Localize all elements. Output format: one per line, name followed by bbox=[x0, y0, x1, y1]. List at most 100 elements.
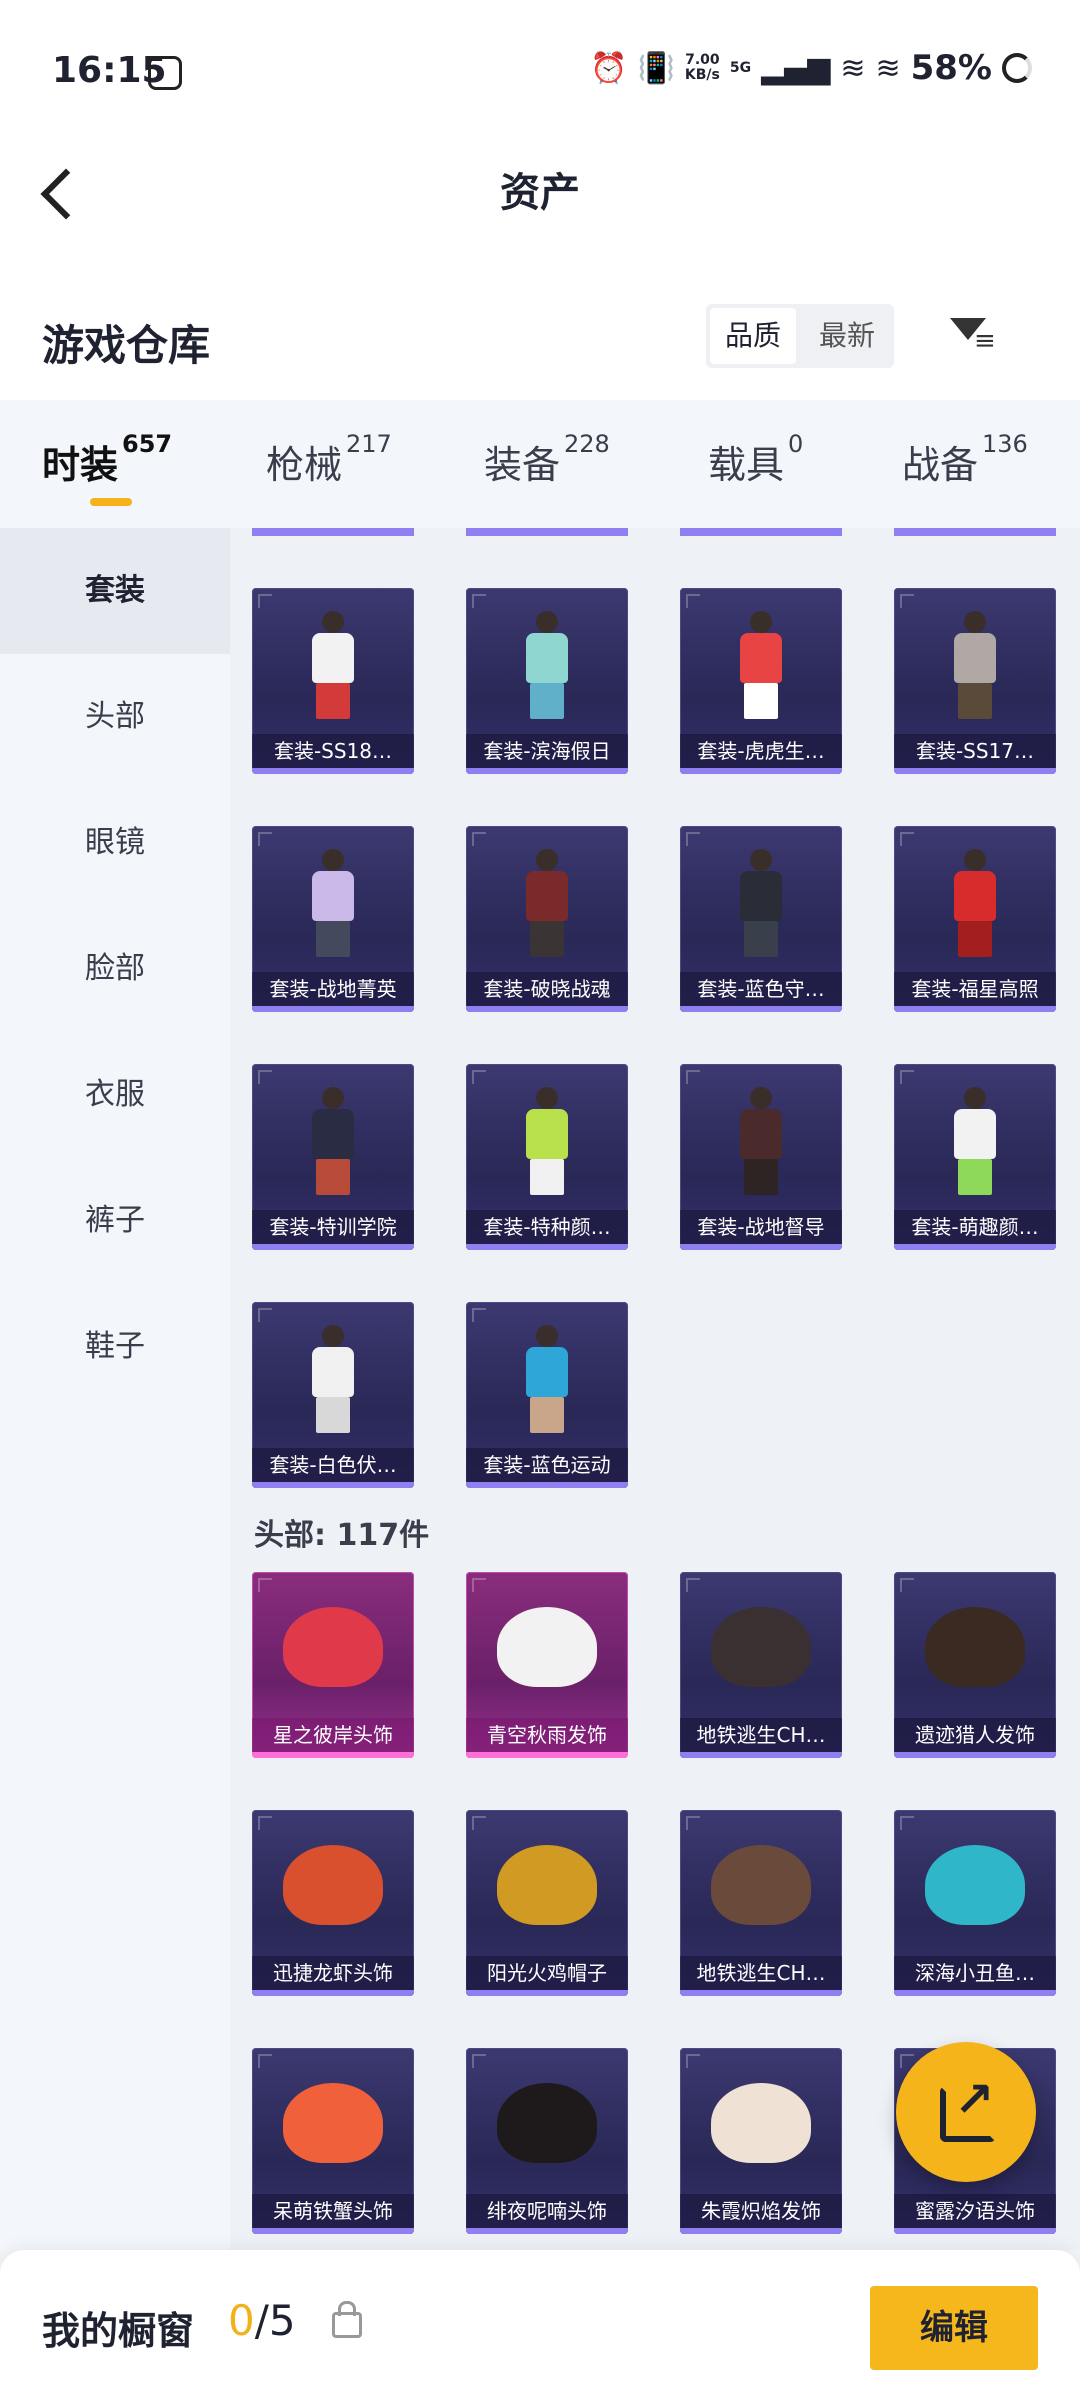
item-card[interactable]: 套装-福星高照 bbox=[894, 826, 1056, 1012]
item-thumbnail bbox=[466, 826, 628, 976]
vibrate-icon: 📳 bbox=[637, 50, 675, 86]
item-card[interactable]: 绯夜呢喃头饰 bbox=[466, 2048, 628, 2234]
item-card[interactable]: 套装-特种颜… bbox=[466, 1064, 628, 1250]
rarity-bar bbox=[466, 1990, 628, 1996]
item-thumbnail bbox=[680, 588, 842, 738]
item-thumbnail bbox=[680, 826, 842, 976]
wifi-icon: ≋ bbox=[875, 50, 901, 86]
item-label: 套装-特训学院 bbox=[252, 1210, 414, 1244]
item-card[interactable]: 星之彼岸头饰 bbox=[252, 1572, 414, 1758]
item-card[interactable]: 套装-破晓战魂 bbox=[466, 826, 628, 1012]
sidebar-item-pants[interactable]: 裤子 bbox=[0, 1158, 230, 1284]
outfit-head bbox=[322, 611, 344, 633]
outfit-figure bbox=[920, 841, 1030, 961]
sort-toggle: 品质 最新 bbox=[706, 304, 894, 368]
item-thumbnail bbox=[466, 2048, 628, 2198]
headwear-shape bbox=[711, 1845, 811, 1925]
headwear-shape bbox=[497, 1607, 597, 1687]
sidebar-item-glasses[interactable]: 眼镜 bbox=[0, 780, 230, 906]
app-notification-icon bbox=[148, 56, 182, 90]
outfit-pants bbox=[530, 1159, 564, 1195]
item-thumbnail bbox=[894, 826, 1056, 976]
rarity-bar bbox=[252, 1990, 414, 1996]
item-card[interactable]: 遗迹猎人发饰 bbox=[894, 1572, 1056, 1758]
item-card[interactable]: 套装-虎虎生… bbox=[680, 588, 842, 774]
item-label: 套装-蓝色守… bbox=[680, 972, 842, 1006]
battery-icon bbox=[1002, 53, 1032, 83]
sort-latest-button[interactable]: 最新 bbox=[804, 304, 890, 368]
item-label: 绯夜呢喃头饰 bbox=[466, 2194, 628, 2228]
outfit-pants bbox=[530, 921, 564, 957]
item-label: 套装-战地督导 bbox=[680, 1210, 842, 1244]
item-card[interactable]: 套装-萌趣颜… bbox=[894, 1064, 1056, 1250]
tab-supplies[interactable]: 战备 136 bbox=[902, 430, 1028, 489]
rarity-bar bbox=[466, 1006, 628, 1012]
wifi-icon: ≋ bbox=[840, 50, 866, 86]
outfit-head bbox=[964, 849, 986, 871]
outfit-figure bbox=[920, 603, 1030, 723]
outfit-pants bbox=[744, 921, 778, 957]
rarity-bar bbox=[680, 1244, 842, 1250]
item-thumbnail bbox=[680, 1810, 842, 1960]
item-card[interactable]: 深海小丑鱼… bbox=[894, 1810, 1056, 1996]
item-card[interactable]: 地铁逃生CH… bbox=[680, 1572, 842, 1758]
item-thumbnail bbox=[680, 1064, 842, 1214]
share-icon[interactable] bbox=[896, 2042, 1036, 2182]
item-card[interactable]: 套装-蓝色守… bbox=[680, 826, 842, 1012]
item-card[interactable]: 阳光火鸡帽子 bbox=[466, 1810, 628, 1996]
card-edge bbox=[894, 528, 1056, 536]
item-card[interactable]: 套装-SS18… bbox=[252, 588, 414, 774]
page-title: 资产 bbox=[500, 170, 580, 216]
headwear-shape bbox=[497, 2083, 597, 2163]
item-thumbnail bbox=[252, 588, 414, 738]
outfit-top bbox=[954, 633, 996, 683]
item-card[interactable]: 套装-特训学院 bbox=[252, 1064, 414, 1250]
outfit-pants bbox=[958, 921, 992, 957]
item-label: 地铁逃生CH… bbox=[680, 1956, 842, 1990]
showcase-label: 我的橱窗 bbox=[42, 2309, 195, 2353]
edit-button[interactable]: 编辑 bbox=[870, 2286, 1038, 2370]
rarity-bar bbox=[894, 1990, 1056, 1996]
item-label: 阳光火鸡帽子 bbox=[466, 1956, 628, 1990]
network-speed: 7.00 KB/s bbox=[684, 52, 720, 83]
item-card[interactable]: 地铁逃生CH… bbox=[680, 1810, 842, 1996]
outfit-figure bbox=[706, 841, 816, 961]
item-card[interactable]: 朱霞炽焰发饰 bbox=[680, 2048, 842, 2234]
outfit-top bbox=[526, 871, 568, 921]
tab-fashion[interactable]: 时装 657 bbox=[42, 430, 172, 489]
item-card[interactable]: 套装-SS17… bbox=[894, 588, 1056, 774]
outfit-figure bbox=[920, 1079, 1030, 1199]
item-card[interactable]: 套装-蓝色运动 bbox=[466, 1302, 628, 1488]
sidebar-item-suit[interactable]: 套装 bbox=[0, 528, 230, 654]
item-card[interactable]: 套装-白色伏… bbox=[252, 1302, 414, 1488]
item-label: 呆萌铁蟹头饰 bbox=[252, 2194, 414, 2228]
rarity-bar bbox=[466, 1244, 628, 1250]
item-card[interactable]: 迅捷龙虾头饰 bbox=[252, 1810, 414, 1996]
item-card[interactable]: 套装-战地督导 bbox=[680, 1064, 842, 1250]
item-card[interactable]: 青空秋雨发饰 bbox=[466, 1572, 628, 1758]
sidebar-item-face[interactable]: 脸部 bbox=[0, 906, 230, 1032]
outfit-pants bbox=[958, 1159, 992, 1195]
sidebar-item-shoes[interactable]: 鞋子 bbox=[0, 1284, 230, 1410]
sidebar-item-clothes[interactable]: 衣服 bbox=[0, 1032, 230, 1158]
sidebar-item-head[interactable]: 头部 bbox=[0, 654, 230, 780]
outfit-top bbox=[740, 633, 782, 683]
outfit-figure bbox=[278, 1079, 388, 1199]
item-grid: 头部: 117件 套装-SS18… 套装-滨海假日 套装-虎虎生… 套装-SS17… 套… bbox=[230, 528, 1080, 2250]
showcase-bar: 我的橱窗 0/5 编辑 bbox=[0, 2250, 1080, 2400]
item-card[interactable]: 套装-战地菁英 bbox=[252, 826, 414, 1012]
item-card[interactable]: 套装-滨海假日 bbox=[466, 588, 628, 774]
outfit-head bbox=[536, 611, 558, 633]
card-edge bbox=[466, 528, 628, 536]
item-label: 蜜露汐语头饰 bbox=[894, 2194, 1056, 2228]
tab-vehicles[interactable]: 载具 0 bbox=[708, 430, 803, 489]
headwear-shape bbox=[711, 2083, 811, 2163]
tab-equipment[interactable]: 装备 228 bbox=[484, 430, 610, 489]
sort-quality-button[interactable]: 品质 bbox=[710, 308, 796, 364]
tab-guns[interactable]: 枪械 217 bbox=[266, 430, 392, 489]
item-card[interactable]: 呆萌铁蟹头饰 bbox=[252, 2048, 414, 2234]
outfit-head bbox=[750, 849, 772, 871]
outfit-top bbox=[954, 1109, 996, 1159]
outfit-head bbox=[964, 611, 986, 633]
filter-icon[interactable] bbox=[944, 312, 1000, 366]
